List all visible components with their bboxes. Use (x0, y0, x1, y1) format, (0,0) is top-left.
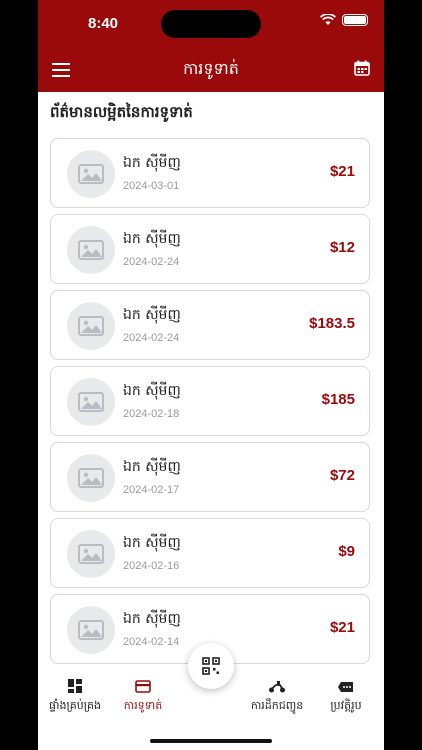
payment-date: 2024-02-24 (123, 256, 180, 268)
payer-name: ឯក ស៊ីមីញ (123, 155, 181, 171)
scooter-icon (269, 681, 285, 693)
payment-card[interactable]: ឯក ស៊ីមីញ 2024-02-18 $185 (50, 366, 370, 436)
section-title: ព័ត៌មានលម្អិតនៃការទូទាត់ (50, 103, 193, 121)
payer-name: ឯក ស៊ីមីញ (123, 383, 181, 399)
tab-profile[interactable]: ប្រវត្តិរូប (306, 678, 384, 715)
payer-name: ឯក ស៊ីមីញ (123, 535, 181, 551)
image-placeholder-icon (67, 378, 115, 426)
image-placeholder-icon (67, 302, 115, 350)
wifi-icon (320, 14, 336, 25)
payment-date: 2024-02-18 (123, 408, 180, 420)
payment-card[interactable]: ឯក ស៊ីមីញ 2024-02-17 $72 (50, 442, 370, 512)
image-placeholder-icon (67, 454, 115, 502)
app-header: 8:40 ការទូទាត់ (38, 0, 384, 92)
dashboard-icon (68, 679, 82, 693)
tab-payments[interactable]: ការទូទាត់ (103, 678, 183, 715)
bottom-tab-bar: ផ្ទាំងគ្រប់គ្រង ការទូទាត់ ការដឹកជញ្ជូន ប… (38, 672, 384, 722)
tab-label: ការទូទាត់ (123, 699, 163, 712)
tab-label: ការដឹកជញ្ជូន (250, 699, 304, 712)
payment-date: 2024-02-24 (123, 332, 180, 344)
payment-amount: $9 (338, 543, 355, 560)
page-title: ការទូទាត់ (183, 59, 239, 78)
battery-icon (342, 14, 368, 26)
payer-name: ឯក ស៊ីមីញ (123, 459, 181, 475)
profile-icon (338, 682, 353, 692)
calendar-icon[interactable] (354, 60, 370, 76)
payment-amount: $21 (329, 619, 355, 636)
payment-amount: $183.5 (309, 315, 355, 332)
image-placeholder-icon (67, 226, 115, 274)
tab-delivery[interactable]: ការដឹកជញ្ជូន (237, 678, 317, 715)
tab-label: ប្រវត្តិរូប (330, 699, 362, 712)
image-placeholder-icon (67, 606, 115, 654)
payment-amount: $185 (321, 391, 355, 408)
app-screen: 8:40 ការទូទាត់ ព័ត៌មានលម្អិតនៃការទូទាត់ … (38, 0, 384, 750)
payer-name: ឯក ស៊ីមីញ (123, 307, 181, 323)
payment-list: ឯក ស៊ីមីញ 2024-03-01 $21 ឯក ស៊ីមីញ 2024-02-2… (50, 138, 370, 670)
payer-name: ឯក ស៊ីមីញ (123, 231, 181, 247)
image-placeholder-icon (67, 150, 115, 198)
home-indicator (150, 739, 272, 743)
payment-amount: $12 (329, 239, 355, 256)
payment-card[interactable]: ឯក ស៊ីមីញ 2024-03-01 $21 (50, 138, 370, 208)
payment-card[interactable]: ឯក ស៊ីមីញ 2024-02-24 $12 (50, 214, 370, 284)
payment-date: 2024-02-17 (123, 484, 180, 496)
payer-name: ឯក ស៊ីមីញ (123, 611, 181, 627)
status-time: 8:40 (88, 15, 119, 32)
payment-amount: $21 (329, 163, 355, 180)
payment-date: 2024-02-16 (123, 560, 180, 572)
payment-date: 2024-02-14 (123, 636, 180, 648)
payment-card[interactable]: ឯក ស៊ីមីញ 2024-02-24 $183.5 (50, 290, 370, 360)
image-placeholder-icon (67, 530, 115, 578)
dynamic-island (161, 10, 261, 38)
payment-card[interactable]: ឯក ស៊ីមីញ 2024-02-16 $9 (50, 518, 370, 588)
status-icons (320, 14, 368, 26)
payment-amount: $72 (329, 467, 355, 484)
payment-date: 2024-03-01 (123, 180, 180, 192)
card-icon (135, 680, 151, 693)
